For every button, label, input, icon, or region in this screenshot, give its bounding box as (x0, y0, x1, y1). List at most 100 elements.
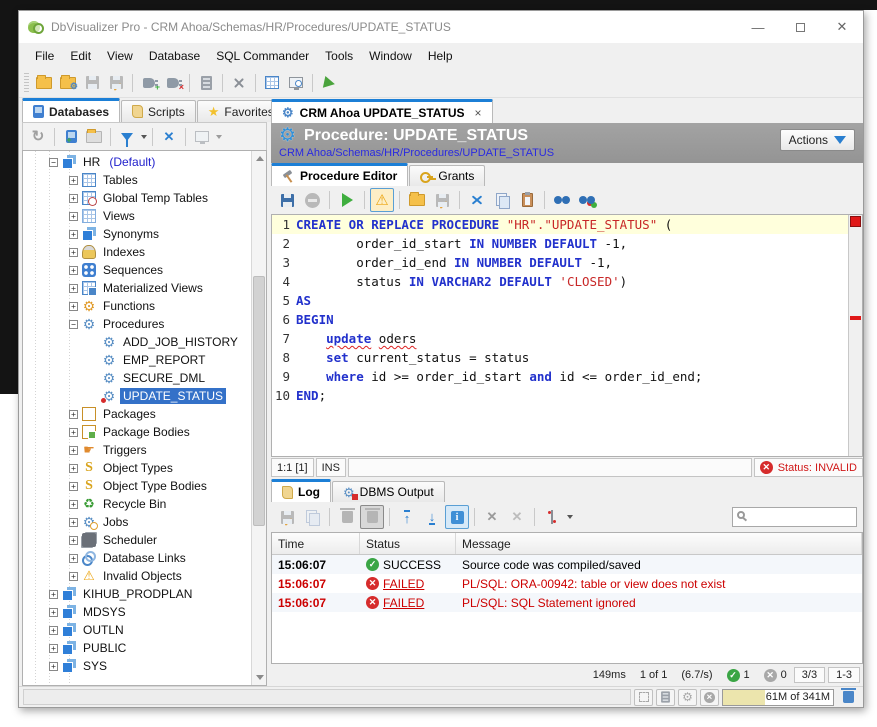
load-from-file-button[interactable] (405, 188, 429, 212)
log-row[interactable]: 15:06:07✕FAILEDPL/SQL: SQL Statement ign… (272, 593, 862, 612)
run-button[interactable] (317, 71, 341, 95)
filter-button[interactable] (116, 126, 138, 148)
tool-properties-button[interactable] (227, 71, 251, 95)
menu-tools[interactable]: Tools (317, 46, 361, 66)
menu-file[interactable]: File (27, 46, 62, 66)
expand-box-icon[interactable]: + (69, 500, 78, 509)
tree-item-outln[interactable]: +OUTLN (23, 621, 250, 639)
expand-box-icon[interactable]: + (69, 464, 78, 473)
tab-dbms-output[interactable]: ⚙ DBMS Output (332, 481, 445, 502)
task-gear-button[interactable]: ⚙ (678, 689, 697, 706)
tree-item-database-links[interactable]: +Database Links (23, 549, 250, 567)
error-stripe-summary[interactable] (850, 216, 861, 227)
error-stripe-marker[interactable] (850, 316, 861, 320)
scroll-up-button[interactable] (252, 151, 267, 166)
object-view-button[interactable] (191, 126, 213, 148)
export-button[interactable] (430, 188, 454, 212)
log-clear-on-execute-toggle[interactable] (360, 505, 384, 529)
create-connection-button[interactable]: + (60, 126, 82, 148)
expand-box-icon[interactable]: + (49, 644, 58, 653)
expand-box-icon[interactable]: + (69, 176, 78, 185)
monitor-button[interactable] (284, 71, 308, 95)
compile-save-button[interactable] (275, 188, 299, 212)
tree-item-sequences[interactable]: +Sequences (23, 261, 250, 279)
paste-button[interactable] (515, 188, 539, 212)
save-button[interactable] (80, 71, 104, 95)
scroll-down-button[interactable] (252, 670, 267, 685)
expand-box-icon[interactable]: + (69, 410, 78, 419)
expand-all-button[interactable]: ✕ (480, 505, 504, 529)
server-info-button[interactable] (194, 71, 218, 95)
memory-gauge[interactable]: 61M of 341M (722, 689, 834, 706)
find-button[interactable] (550, 188, 574, 212)
tree-item-procedures[interactable]: −⚙Procedures (23, 315, 250, 333)
split-options-button[interactable] (540, 505, 564, 529)
tree-item-object-types[interactable]: +SObject Types (23, 459, 250, 477)
grid-window-button[interactable] (260, 71, 284, 95)
column-status[interactable]: Status (360, 533, 456, 554)
tree-item-functions[interactable]: +⚙Functions (23, 297, 250, 315)
tree-item-emp-report[interactable]: ⚙EMP_REPORT (23, 351, 250, 369)
tab-procedure-editor[interactable]: Procedure Editor (271, 163, 408, 186)
expand-box-icon[interactable]: + (69, 266, 78, 275)
expand-box-icon[interactable]: + (69, 230, 78, 239)
tree-item-packages[interactable]: +Packages (23, 405, 250, 423)
tree-item-synonyms[interactable]: +Synonyms (23, 225, 250, 243)
tree-item-tables[interactable]: +Tables (23, 171, 250, 189)
code-editor[interactable]: 1CREATE OR REPLACE PROCEDURE "HR"."UPDAT… (271, 214, 863, 457)
collapse-box-icon[interactable]: − (49, 158, 58, 167)
expand-box-icon[interactable]: + (69, 284, 78, 293)
object-view-dropdown-arrow[interactable] (216, 135, 222, 139)
tree-item-sys[interactable]: +SYS (23, 657, 250, 675)
save-as-button[interactable] (104, 71, 128, 95)
tab-close-icon[interactable]: × (475, 106, 482, 120)
log-row[interactable]: 15:06:07✓SUCCESSSource code was compiled… (272, 555, 862, 574)
error-stripe[interactable] (848, 215, 862, 456)
menu-help[interactable]: Help (420, 46, 461, 66)
scroll-to-top-button[interactable]: ↑ (395, 505, 419, 529)
show-info-toggle[interactable]: i (445, 505, 469, 529)
stop-task-button[interactable]: ✕ (700, 689, 719, 706)
cut-button[interactable] (465, 188, 489, 212)
tree-item-update-status[interactable]: ⚙UPDATE_STATUS (23, 387, 250, 405)
create-folder-button[interactable] (83, 126, 105, 148)
log-row[interactable]: 15:06:07✕FAILEDPL/SQL: ORA-00942: table … (272, 574, 862, 593)
tab-databases[interactable]: Databases (22, 98, 120, 122)
expand-box-icon[interactable]: + (69, 248, 78, 257)
connect-button[interactable]: + (137, 71, 161, 95)
column-message[interactable]: Message (456, 533, 862, 554)
expand-box-icon[interactable]: + (69, 536, 78, 545)
expand-box-icon[interactable]: + (69, 518, 78, 527)
menu-database[interactable]: Database (141, 46, 208, 66)
tree-item-public[interactable]: +PUBLIC (23, 639, 250, 657)
column-time[interactable]: Time (272, 533, 360, 554)
expand-box-icon[interactable]: + (49, 626, 58, 635)
toolbar-grip[interactable] (24, 73, 29, 93)
minimize-button[interactable]: — (737, 11, 779, 43)
tree-scrollbar[interactable] (251, 151, 266, 685)
tree-item-triggers[interactable]: +☛Triggers (23, 441, 250, 459)
tree-item-global-temp-tables[interactable]: +Global Temp Tables (23, 189, 250, 207)
tab-crm-ahoa-update-status[interactable]: ⚙ CRM Ahoa UPDATE_STATUS × (271, 99, 493, 123)
expand-box-icon[interactable]: + (69, 428, 78, 437)
copy-button[interactable] (490, 188, 514, 212)
expand-box-icon[interactable]: + (69, 302, 78, 311)
log-search-input[interactable] (732, 507, 857, 527)
tree-item-mdsys[interactable]: +MDSYS (23, 603, 250, 621)
log-export-button[interactable] (275, 505, 299, 529)
menu-edit[interactable]: Edit (62, 46, 99, 66)
expand-box-icon[interactable]: + (69, 554, 78, 563)
actions-button[interactable]: Actions (780, 129, 855, 151)
stop-button[interactable] (300, 188, 324, 212)
tree-item-recycle-bin[interactable]: +♻Recycle Bin (23, 495, 250, 513)
tree-item-package-bodies[interactable]: +Package Bodies (23, 423, 250, 441)
open-file-button[interactable] (32, 71, 56, 95)
expand-box-icon[interactable]: + (69, 212, 78, 221)
open-bookmark-button[interactable]: ⚙ (56, 71, 80, 95)
expand-box-icon[interactable]: + (69, 572, 78, 581)
scrollbar-thumb[interactable] (253, 276, 265, 526)
expand-box-icon[interactable]: + (69, 194, 78, 203)
log-copy-button[interactable] (300, 505, 324, 529)
connections-button[interactable] (656, 689, 675, 706)
menu-sql-commander[interactable]: SQL Commander (208, 46, 317, 66)
